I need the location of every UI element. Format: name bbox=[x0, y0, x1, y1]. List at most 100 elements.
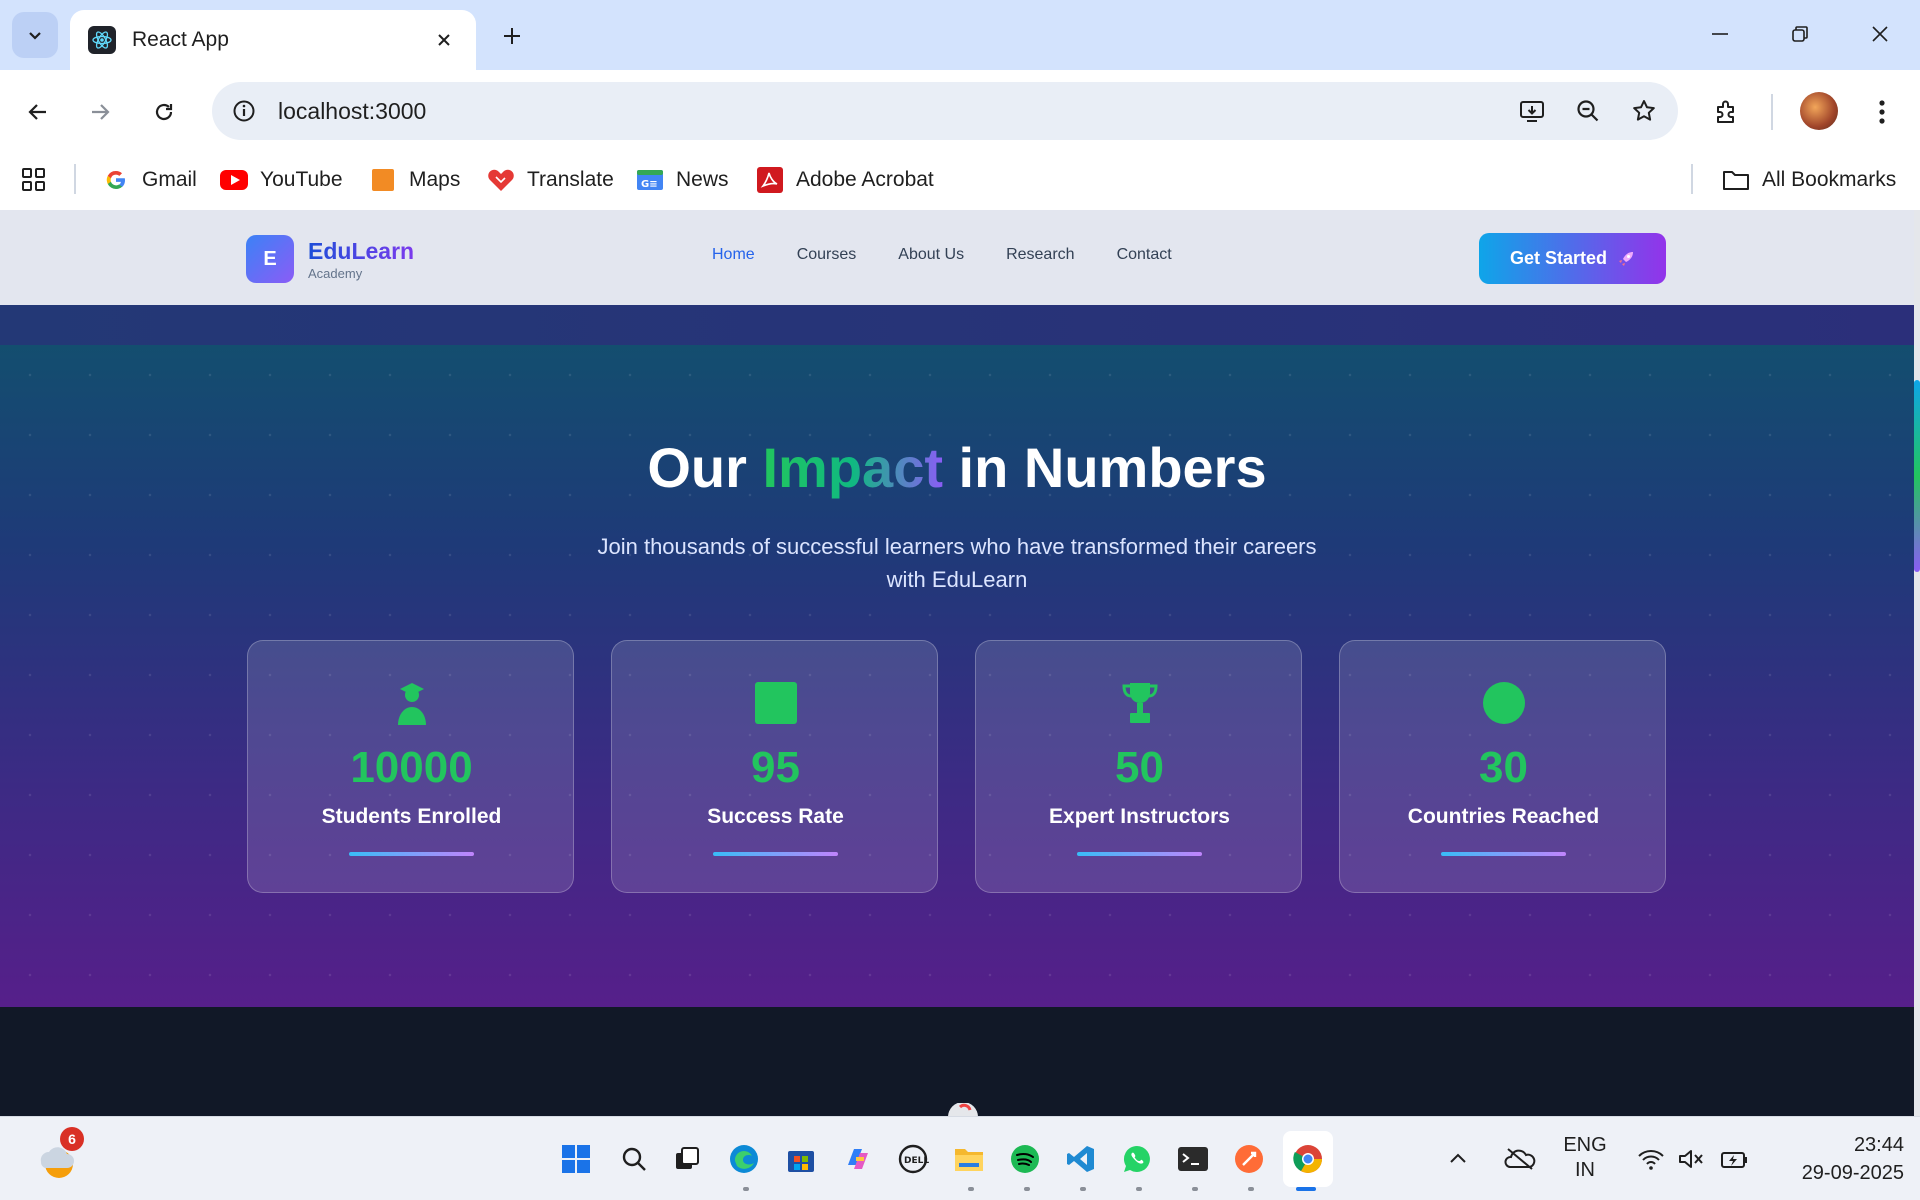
arrow-right-icon bbox=[92, 104, 110, 120]
stat-value: 30 bbox=[1479, 743, 1528, 792]
stat-value: 10000 bbox=[350, 743, 473, 792]
bookmark-maps[interactable]: Maps bbox=[369, 162, 460, 198]
bookmark-label: News bbox=[676, 168, 729, 191]
stat-card-success-rate: 95 Success Rate bbox=[611, 640, 938, 893]
taskbar-copilot[interactable] bbox=[836, 1137, 880, 1181]
stat-underline bbox=[713, 852, 838, 856]
bookmark-translate[interactable]: Translate bbox=[487, 162, 614, 198]
translate-icon bbox=[487, 166, 515, 194]
dell-icon: DELL bbox=[898, 1144, 929, 1174]
taskbar-search[interactable] bbox=[612, 1137, 656, 1181]
impact-title: Our Impact in Numbers bbox=[647, 436, 1267, 499]
start-button[interactable] bbox=[554, 1137, 598, 1181]
taskbar-postman[interactable] bbox=[1227, 1137, 1271, 1181]
brand-tagline: Academy bbox=[308, 266, 363, 281]
nav-research[interactable]: Research bbox=[1006, 246, 1074, 264]
restore-button[interactable] bbox=[1778, 14, 1822, 54]
clock[interactable]: 23:44 29-09-2025 bbox=[1770, 1131, 1904, 1187]
scrollbar-thumb[interactable] bbox=[1914, 380, 1920, 572]
taskbar-file-explorer[interactable] bbox=[947, 1137, 991, 1181]
stat-card-countries: 30 Countries Reached bbox=[1339, 640, 1666, 893]
page-viewport: E EduLearn Academy Home Courses About Us… bbox=[0, 210, 1920, 1116]
taskbar-store[interactable] bbox=[779, 1137, 823, 1181]
input-language-indicator[interactable]: ENG IN bbox=[1556, 1133, 1614, 1183]
copilot-icon bbox=[848, 1149, 868, 1169]
nav-contact[interactable]: Contact bbox=[1117, 246, 1172, 264]
clock-date: 29-09-2025 bbox=[1801, 1162, 1904, 1184]
close-window-button[interactable] bbox=[1858, 14, 1902, 54]
apps-grid-button[interactable] bbox=[20, 162, 48, 198]
stat-underline bbox=[1077, 852, 1202, 856]
maps-icon bbox=[369, 166, 397, 194]
get-started-button[interactable]: Get Started bbox=[1479, 233, 1666, 284]
gmail-icon bbox=[102, 166, 130, 194]
running-indicator bbox=[743, 1187, 749, 1191]
profile-avatar[interactable] bbox=[1800, 92, 1838, 130]
taskbar-spotify[interactable] bbox=[1003, 1137, 1047, 1181]
search-icon bbox=[622, 1147, 646, 1171]
page-scrollbar[interactable] bbox=[1914, 210, 1920, 1116]
reload-button[interactable] bbox=[142, 90, 186, 134]
react-favicon-icon bbox=[88, 26, 116, 54]
all-bookmarks-button[interactable]: All Bookmarks bbox=[1722, 162, 1896, 198]
wifi-tray-button[interactable] bbox=[1630, 1137, 1672, 1181]
whatsapp-icon bbox=[1123, 1145, 1150, 1172]
spotify-icon bbox=[1011, 1145, 1039, 1173]
taskbar-dell[interactable]: DELL bbox=[891, 1137, 935, 1181]
bookmark-news[interactable]: G≡ News bbox=[636, 162, 729, 198]
impact-section: Our Impact in Numbers Join thousands of … bbox=[0, 345, 1914, 1007]
all-bookmarks-label: All Bookmarks bbox=[1762, 168, 1897, 191]
weather-widget[interactable]: 6 bbox=[34, 1127, 84, 1183]
youtube-icon bbox=[220, 166, 248, 194]
nav-home[interactable]: Home bbox=[712, 246, 755, 264]
site-header: E EduLearn Academy Home Courses About Us… bbox=[0, 210, 1914, 305]
zoom-icon[interactable] bbox=[1566, 89, 1610, 133]
battery-tray-button[interactable] bbox=[1714, 1137, 1756, 1181]
nav-about-us[interactable]: About Us bbox=[898, 246, 964, 264]
show-hidden-icons-button[interactable] bbox=[1440, 1137, 1476, 1181]
battery-charging-icon bbox=[1721, 1152, 1747, 1168]
site-info-icon[interactable] bbox=[226, 93, 262, 129]
previous-section-edge bbox=[0, 305, 1914, 345]
address-bar[interactable]: localhost:3000 bbox=[212, 82, 1678, 140]
task-view-icon bbox=[676, 1147, 699, 1169]
bookmark-star-icon[interactable] bbox=[1622, 89, 1666, 133]
bookmark-gmail[interactable]: Gmail bbox=[102, 162, 197, 198]
bookmark-youtube[interactable]: YouTube bbox=[220, 162, 343, 198]
minimize-button[interactable] bbox=[1698, 14, 1742, 54]
brand-logo[interactable]: E bbox=[246, 235, 294, 283]
arrow-left-icon bbox=[28, 104, 46, 120]
restore-icon bbox=[1792, 26, 1808, 42]
nav-courses[interactable]: Courses bbox=[797, 246, 857, 264]
taskbar-whatsapp[interactable] bbox=[1115, 1137, 1159, 1181]
new-tab-button[interactable] bbox=[492, 16, 532, 56]
taskbar-chrome[interactable] bbox=[1283, 1131, 1333, 1187]
taskbar-edge[interactable] bbox=[722, 1137, 766, 1181]
install-app-icon[interactable] bbox=[1510, 89, 1554, 133]
svg-text:DELL: DELL bbox=[904, 1156, 929, 1166]
main-nav: Home Courses About Us Research Contact bbox=[712, 246, 1214, 264]
forward-button[interactable] bbox=[78, 90, 122, 134]
volume-tray-button[interactable] bbox=[1670, 1137, 1712, 1181]
active-app-indicator bbox=[1296, 1187, 1316, 1191]
taskbar-terminal[interactable] bbox=[1171, 1137, 1215, 1181]
bookmark-adobe-acrobat[interactable]: Adobe Acrobat bbox=[756, 162, 934, 198]
running-indicator bbox=[1024, 1187, 1030, 1191]
back-button[interactable] bbox=[16, 90, 60, 134]
brand-name[interactable]: EduLearn bbox=[308, 238, 414, 265]
url-text[interactable]: localhost:3000 bbox=[278, 98, 1510, 125]
tab-close-icon[interactable] bbox=[430, 26, 458, 54]
windows-taskbar: 6 DELL ENG IN 23:44 29-09-2025 bbox=[0, 1116, 1920, 1200]
onedrive-tray-button[interactable] bbox=[1498, 1137, 1542, 1181]
stat-value: 95 bbox=[751, 743, 800, 792]
wifi-icon bbox=[1638, 1150, 1664, 1170]
clock-time: 23:44 bbox=[1853, 1134, 1904, 1156]
more-menu-icon[interactable] bbox=[1860, 90, 1904, 134]
adobe-acrobat-icon bbox=[756, 166, 784, 194]
tab-search-button[interactable] bbox=[12, 12, 58, 58]
extensions-icon[interactable] bbox=[1704, 90, 1748, 134]
toolbar-divider bbox=[1771, 94, 1773, 130]
active-tab[interactable]: React App bbox=[70, 10, 476, 70]
taskbar-vscode[interactable] bbox=[1059, 1137, 1103, 1181]
task-view-button[interactable] bbox=[665, 1137, 709, 1181]
